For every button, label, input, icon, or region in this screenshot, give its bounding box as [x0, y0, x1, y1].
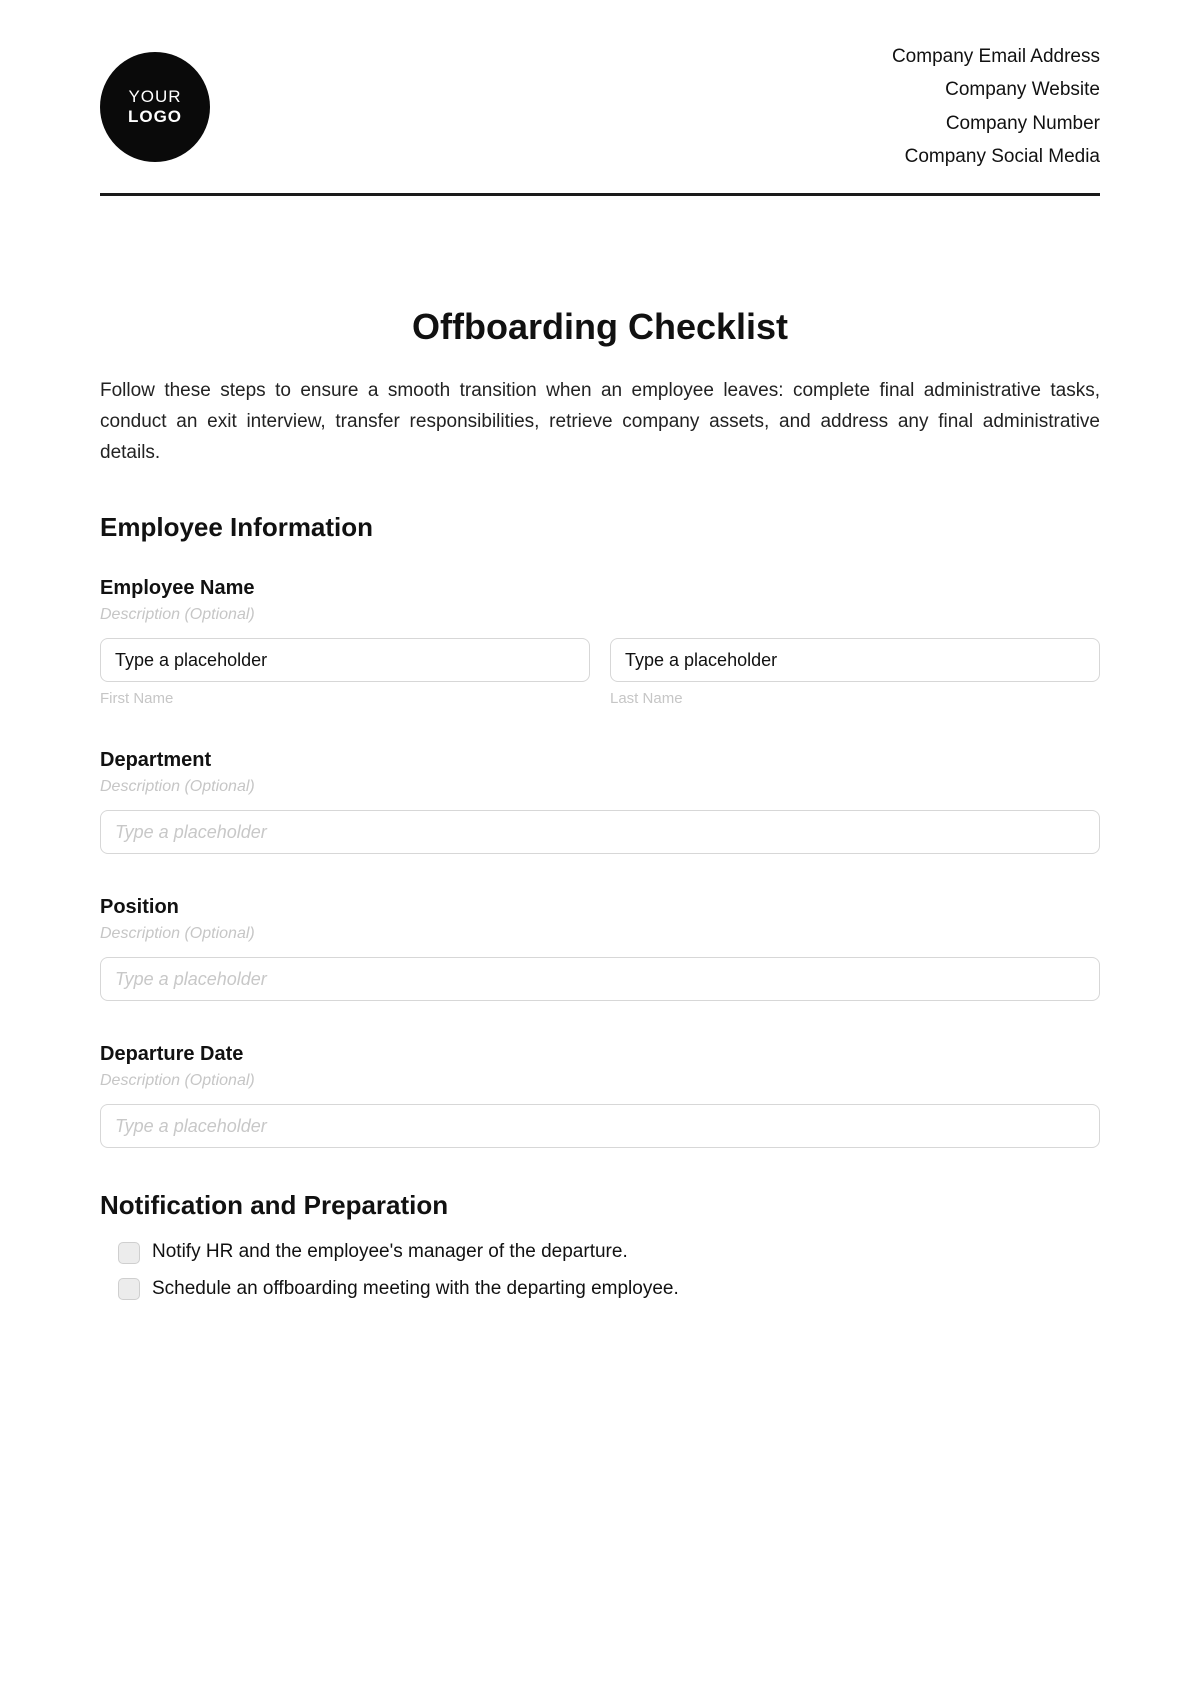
label-position: Position	[100, 896, 1100, 919]
checkbox[interactable]	[118, 1242, 140, 1264]
document-header: YOUR LOGO Company Email Address Company …	[100, 40, 1100, 193]
input-first-name[interactable]	[100, 638, 590, 682]
desc-position: Description (Optional)	[100, 925, 1100, 943]
field-employee-name: Employee Name Description (Optional) Fir…	[100, 577, 1100, 707]
input-last-name[interactable]	[610, 638, 1100, 682]
company-email: Company Email Address	[892, 40, 1100, 73]
label-department: Department	[100, 749, 1100, 772]
page-title: Offboarding Checklist	[100, 306, 1100, 348]
field-position: Position Description (Optional)	[100, 896, 1100, 1001]
field-department: Department Description (Optional)	[100, 749, 1100, 854]
intro-text: Follow these steps to ensure a smooth tr…	[100, 376, 1100, 468]
checklist-notification: Notify HR and the employee's manager of …	[100, 1239, 1100, 1302]
company-number: Company Number	[892, 107, 1100, 140]
checkbox[interactable]	[118, 1278, 140, 1300]
label-employee-name: Employee Name	[100, 577, 1100, 600]
input-departure-date[interactable]	[100, 1104, 1100, 1148]
checklist-item: Notify HR and the employee's manager of …	[118, 1239, 1100, 1266]
logo-line2: LOGO	[128, 107, 182, 127]
company-website: Company Website	[892, 73, 1100, 106]
desc-departure-date: Description (Optional)	[100, 1072, 1100, 1090]
checklist-item-label: Schedule an offboarding meeting with the…	[152, 1276, 679, 1303]
input-position[interactable]	[100, 957, 1100, 1001]
desc-employee-name: Description (Optional)	[100, 606, 1100, 624]
logo-line1: YOUR	[128, 87, 181, 107]
label-departure-date: Departure Date	[100, 1043, 1100, 1066]
sublabel-first-name: First Name	[100, 690, 590, 707]
input-department[interactable]	[100, 810, 1100, 854]
company-social: Company Social Media	[892, 140, 1100, 173]
header-divider	[100, 193, 1100, 196]
checklist-item-label: Notify HR and the employee's manager of …	[152, 1239, 628, 1266]
logo-placeholder: YOUR LOGO	[100, 52, 210, 162]
sublabel-last-name: Last Name	[610, 690, 1100, 707]
company-info: Company Email Address Company Website Co…	[892, 40, 1100, 173]
section-employee-info: Employee Information	[100, 512, 1100, 543]
section-notification: Notification and Preparation	[100, 1190, 1100, 1221]
checklist-item: Schedule an offboarding meeting with the…	[118, 1276, 1100, 1303]
field-departure-date: Departure Date Description (Optional)	[100, 1043, 1100, 1148]
desc-department: Description (Optional)	[100, 778, 1100, 796]
